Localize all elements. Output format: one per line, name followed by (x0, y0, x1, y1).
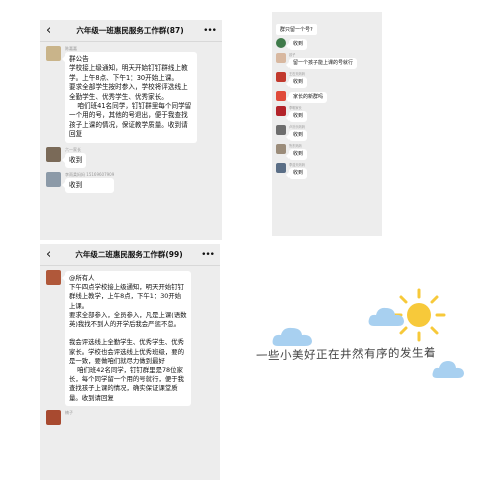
chat-header: ‹ 六年级一班惠民服务工作群(87) ••• (40, 20, 222, 42)
caption-handwriting: 一些小美好正在井然有序的发生着 (255, 345, 437, 363)
message-bubble[interactable]: 收到 (285, 149, 308, 160)
list-item: 家长的新群吗 (272, 91, 382, 103)
list-item: 楠子 (40, 409, 220, 425)
list-item: 鲁东妈妈 收到 (272, 144, 382, 160)
more-icon[interactable]: ••• (200, 250, 215, 260)
avatar[interactable] (276, 163, 286, 173)
more-icon[interactable]: ••• (202, 26, 217, 36)
list-item: @所有人 下午四点学校接上级通知，明天开始钉钉群线上教学，上午8点，下午1：30… (40, 270, 220, 406)
list-item: 李雨柔妈妈 15169607909 收到 (40, 172, 222, 194)
list-item: 收到 (272, 38, 382, 50)
chat-title: 六年级二班惠民服务工作群(99) (75, 250, 183, 259)
avatar[interactable] (46, 146, 61, 162)
message-bubble[interactable]: 家长的新群吗 (285, 92, 328, 103)
list-item: 李明家长 收到 (272, 106, 382, 122)
sender-name: 卢沂乐妈妈 (289, 125, 305, 129)
cloud-icon (272, 327, 312, 346)
avatar[interactable] (46, 172, 61, 188)
chevron-left-icon[interactable]: ‹ (46, 244, 58, 266)
chat-header: ‹ 六年级二班惠民服务工作群(99) ••• (40, 244, 220, 266)
message-bubble[interactable]: 收到 (61, 152, 87, 169)
avatar[interactable] (276, 125, 286, 135)
avatar[interactable] (276, 91, 286, 101)
sender-name: 李浩天妈妈 (289, 163, 305, 167)
cloud-icon (368, 307, 404, 326)
avatar[interactable] (276, 38, 286, 48)
message-bubble[interactable]: 收到 (285, 77, 308, 88)
message-bubble[interactable]: 收到 (61, 178, 115, 194)
message-bubble[interactable]: 收到 (285, 111, 308, 122)
avatar[interactable] (276, 106, 286, 116)
list-item: 王石天妈妈 收到 (272, 72, 382, 88)
sender-name: 陈嘉嘉 (65, 46, 77, 51)
avatar[interactable] (46, 409, 61, 425)
chat-screenshot-replies: 群只留一个号? 收到 孩子 留一个孩子能上课的号就行 王石天妈妈 收到 家长的新… (272, 12, 382, 236)
list-item: 卢沂乐妈妈 收到 (272, 125, 382, 141)
sender-name: 楠子 (65, 409, 73, 415)
chat-screenshot-class2: ‹ 六年级二班惠民服务工作群(99) ••• @所有人 下午四点学校接上级通知，… (40, 244, 220, 480)
list-item: 六一家长 收到 (40, 146, 222, 169)
message-bubble[interactable]: 收到 (285, 130, 308, 141)
message-bubble[interactable]: 群只留一个号? (276, 24, 317, 35)
message-bubble[interactable]: 收到 (285, 168, 308, 179)
list-item: 李浩天妈妈 收到 (272, 163, 382, 179)
avatar[interactable] (46, 270, 61, 285)
message-bubble[interactable]: @所有人 下午四点学校接上级通知，明天开始钉钉群线上教学，上午8点，下午1：30… (62, 271, 191, 406)
cloud-icon (432, 361, 464, 378)
message-bubble[interactable]: 收到 (285, 39, 308, 50)
sender-name: 孩子 (289, 53, 296, 57)
avatar[interactable] (276, 53, 286, 63)
sender-name: 李雨柔妈妈 15169607909 (65, 172, 115, 178)
chat-screenshot-class1: ‹ 六年级一班惠民服务工作群(87) ••• 陈嘉嘉 群公告 学校接上级通知，明… (40, 20, 222, 240)
avatar[interactable] (276, 144, 286, 154)
list-item: 孩子 留一个孩子能上课的号就行 (272, 53, 382, 69)
message-bubble[interactable]: 群公告 学校接上级通知，明天开始钉钉群线上教学。上午8点、下午1：30开始上课。… (62, 52, 197, 143)
message-bubble[interactable]: 留一个孩子能上课的号就行 (285, 58, 358, 69)
sender-name: 鲁东妈妈 (289, 144, 302, 148)
chat-title: 六年级一班惠民服务工作群(87) (76, 26, 184, 35)
sender-name: 王石天妈妈 (289, 72, 305, 76)
sender-name: 六一家长 (65, 146, 81, 152)
avatar[interactable] (276, 72, 286, 82)
avatar[interactable] (46, 46, 61, 61)
chevron-left-icon[interactable]: ‹ (46, 20, 58, 42)
list-item: 陈嘉嘉 群公告 学校接上级通知，明天开始钉钉群线上教学。上午8点、下午1：30开… (40, 46, 222, 143)
sender-name: 李明家长 (289, 106, 302, 110)
